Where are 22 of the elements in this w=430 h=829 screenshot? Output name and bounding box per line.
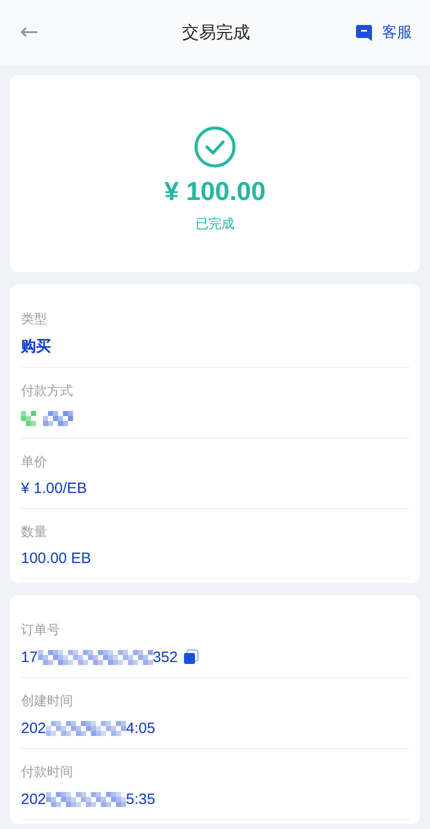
field-value: 352: [152, 648, 178, 666]
field-value: ¥ 1.00/EB: [21, 480, 87, 497]
page-title: 交易完成: [182, 22, 250, 44]
chat-icon[interactable]: [355, 24, 373, 42]
amount: ¥ 100.00: [164, 176, 266, 207]
field-label: 数量: [21, 524, 47, 541]
field-value: 4:05: [126, 720, 156, 736]
field-label: 类型: [21, 311, 47, 328]
field-value: 购买: [21, 337, 51, 356]
field-value: 100.00 EB: [21, 550, 92, 567]
field-label: 付款时间: [21, 764, 73, 781]
status-text: 已完成: [196, 216, 234, 233]
field-label: 单价: [21, 454, 47, 471]
field-label: 订单号: [21, 622, 60, 639]
field-value: 5:35: [126, 790, 156, 808]
field-label: 付款方式: [21, 383, 73, 400]
field-label: 创建时间: [21, 693, 73, 710]
field-value: 202: [21, 790, 46, 808]
copy-icon[interactable]: [182, 649, 199, 665]
customer-service-link[interactable]: 客服: [382, 23, 412, 42]
field-value: 202: [21, 720, 46, 736]
field-value: 17: [21, 648, 38, 666]
